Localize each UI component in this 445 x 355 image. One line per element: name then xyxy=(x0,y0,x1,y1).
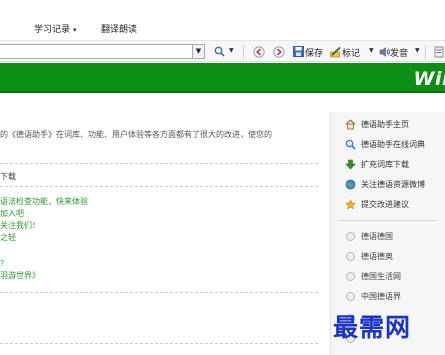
sidebar-item-label: 德语助手主页 xyxy=(361,119,409,129)
radio-icon xyxy=(345,231,356,242)
intro-text: 的《德语助手》在词库、功能、用户体验等各方面都有了很大的改进，使您的 xyxy=(0,130,272,139)
toolbar: ▼ ▼ 保存 标记 ▼ 发音 ▼ xyxy=(0,40,445,62)
news-link[interactable]: 关注我们！ xyxy=(0,220,88,232)
site-option-deyu-deguo[interactable]: 德语德国 xyxy=(345,228,393,244)
brand-logo-text: Wil xyxy=(413,68,445,90)
news-link[interactable]: 语法检查功能，快来体验 xyxy=(0,196,88,208)
radio-circle xyxy=(346,251,355,261)
star-icon xyxy=(345,198,356,210)
divider xyxy=(0,292,318,293)
menu-study-records[interactable]: 学习记录 ▾ xyxy=(34,22,77,35)
radio-icon xyxy=(345,291,356,302)
menu-translate-read[interactable]: 翻译朗读 xyxy=(101,22,137,35)
menu-bar: ł 学习记录▾ 翻译朗读 xyxy=(0,18,445,40)
search-options-chevron-icon[interactable]: ▼ xyxy=(229,47,234,54)
mark-button[interactable]: 标记 xyxy=(342,46,360,59)
site-option-germany-life[interactable]: 德国生活网 xyxy=(345,268,401,284)
toolbar-divider xyxy=(425,45,426,59)
download-arrow-icon xyxy=(345,159,356,170)
save-disk-icon xyxy=(292,45,305,58)
search-icon[interactable] xyxy=(213,45,226,58)
site-option-label: 德国生活网 xyxy=(361,271,401,281)
chevron-down-icon: ▾ xyxy=(73,26,77,34)
sidebar-item-online-dictionary[interactable]: 德语助手在线词典 xyxy=(345,136,425,152)
radio-circle xyxy=(346,291,355,301)
divider xyxy=(0,163,318,164)
radio-icon xyxy=(345,251,356,262)
news-link[interactable]: 之轻 xyxy=(0,232,88,244)
app-banner: Wil xyxy=(0,63,445,93)
search-input[interactable] xyxy=(0,44,196,59)
options-icon[interactable] xyxy=(432,45,445,58)
news-link[interactable]: 加入吧 xyxy=(0,208,88,220)
divider xyxy=(0,343,318,344)
save-button[interactable]: 保存 xyxy=(305,46,323,59)
watermark-text: 最需网 xyxy=(333,313,412,342)
news-link[interactable]: ？ xyxy=(0,258,88,270)
sidebar-item-label: 扩充词库下载 xyxy=(361,159,409,169)
radio-circle xyxy=(346,231,355,241)
sidebar-divider xyxy=(337,220,437,221)
forward-arrow-icon[interactable] xyxy=(272,45,285,58)
sidebar-item-dictionary-download[interactable]: 扩充词库下载 xyxy=(345,156,409,172)
sidebar-item-label: 关注德语资源微博 xyxy=(361,179,425,189)
site-option-china-german[interactable]: 中国德语界 xyxy=(345,288,401,304)
site-option-label: 中国德语界 xyxy=(361,291,401,301)
sidebar-item-label: 提交改进建议 xyxy=(361,199,409,209)
radio-circle xyxy=(346,271,355,281)
magnifier-icon xyxy=(345,139,356,150)
speak-chevron-icon[interactable]: ▼ xyxy=(415,47,420,54)
divider xyxy=(0,186,318,187)
search-dropdown-button[interactable]: ▼ xyxy=(192,44,205,59)
globe-icon xyxy=(345,179,356,190)
sidebar-item-home[interactable]: 德语助手主页 xyxy=(345,116,409,132)
mark-chevron-icon[interactable]: ▼ xyxy=(369,47,374,54)
sidebar-item-label: 德语助手在线词典 xyxy=(361,139,425,149)
toolbar-divider xyxy=(243,45,244,59)
download-section-label: 下载 xyxy=(0,172,16,181)
news-link[interactable]: 羽游世界》 xyxy=(0,270,88,282)
back-arrow-icon[interactable] xyxy=(252,45,265,58)
speak-button[interactable]: 发音 xyxy=(390,46,408,59)
sidebar-item-weibo[interactable]: 关注德语资源微博 xyxy=(345,176,425,192)
site-option-label: 德语德国 xyxy=(361,231,393,241)
site-option-deyu-deao[interactable]: 德语德奥 xyxy=(345,248,393,264)
home-icon xyxy=(345,118,356,130)
menu-study-records-label: 学习记录 xyxy=(34,25,71,35)
radio-icon xyxy=(345,271,356,282)
site-option-label: 德语德奥 xyxy=(361,251,393,261)
sidebar-item-suggestions[interactable]: 提交改进建议 xyxy=(345,196,409,212)
mark-pencil-icon xyxy=(329,45,342,58)
news-list: 语法检查功能，快来体验 加入吧 关注我们！ 之轻 ？ 羽游世界》 xyxy=(0,196,88,282)
